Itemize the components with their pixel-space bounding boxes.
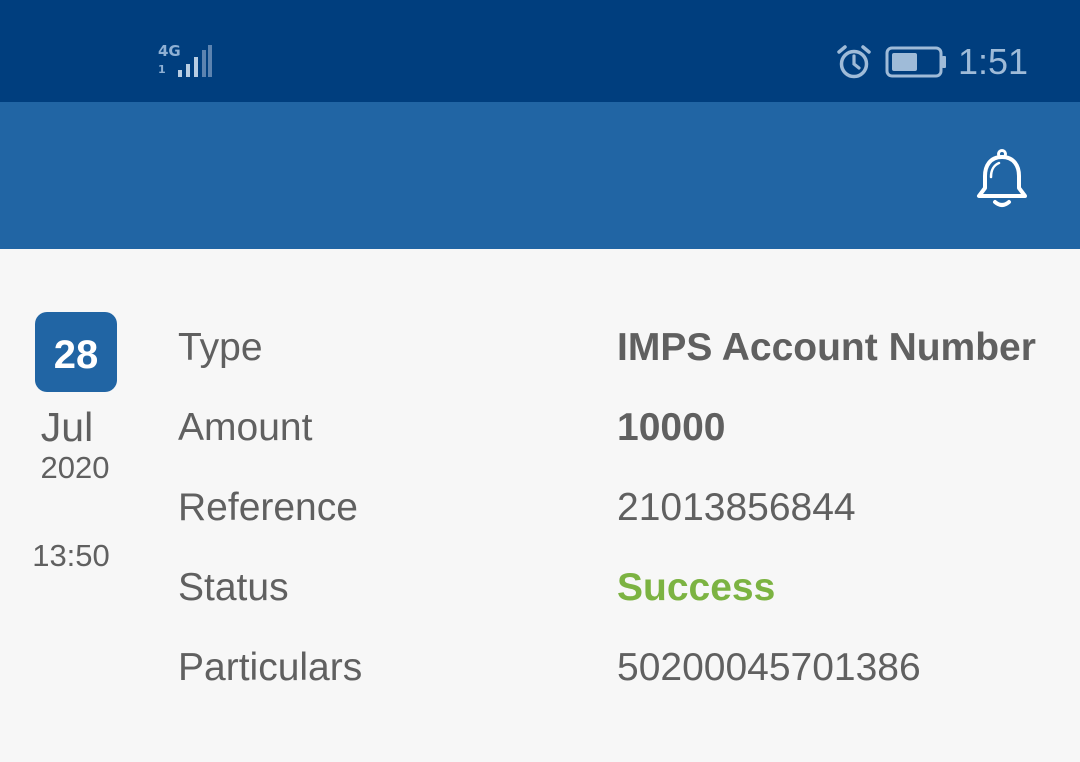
sim-slot-label: 1 <box>158 63 166 76</box>
type-label: Type <box>178 326 263 369</box>
battery-icon <box>885 46 946 78</box>
bell-icon[interactable] <box>974 148 1030 210</box>
reference-label: Reference <box>178 486 358 529</box>
date-month: Jul <box>40 404 94 450</box>
date-year: 2020 <box>40 450 110 485</box>
status-bar: 4G 1 1:51 <box>0 0 1080 102</box>
amount-value: 10000 <box>617 406 726 449</box>
status-label: Status <box>178 566 289 609</box>
status-clock: 1:51 <box>958 41 1029 82</box>
amount-label: Amount <box>178 406 313 449</box>
status-value: Success <box>617 566 776 609</box>
alarm-icon <box>837 45 871 79</box>
particulars-label: Particulars <box>178 646 363 689</box>
reference-value: 21013856844 <box>617 486 856 529</box>
date-day-badge: 28 <box>35 312 117 392</box>
transaction-time: 13:50 <box>32 538 110 573</box>
type-value: IMPS Account Number <box>617 326 1036 369</box>
app-bar <box>0 102 1080 249</box>
particulars-value: 50200045701386 <box>617 646 921 689</box>
signal-icon <box>178 45 212 77</box>
